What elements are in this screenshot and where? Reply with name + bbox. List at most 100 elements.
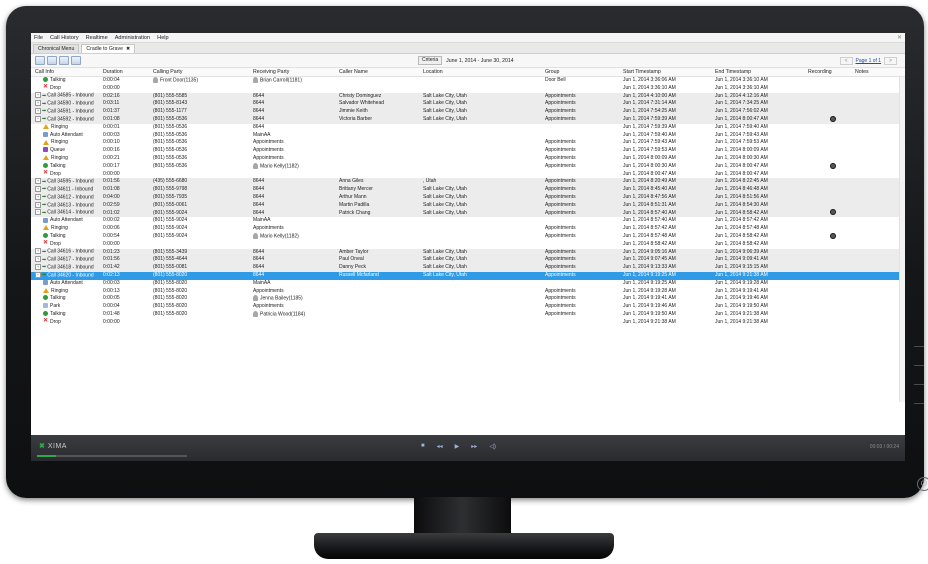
column-header[interactable]: Start Timestamp — [623, 69, 715, 75]
tab-close-icon[interactable]: ✖ — [126, 45, 130, 53]
call-event-row[interactable]: Talking 0:01:48 (801) 555-8020 Patricia Woo… — [31, 310, 905, 319]
power-icon[interactable]: ⏻ — [917, 477, 928, 491]
call-event-row[interactable]: ✕ Drop 0:00:00 Jun 1, 2014 9:21:38 AM Jun 1,… — [31, 318, 905, 327]
cell-calling: (801) 555-9024 — [153, 225, 253, 233]
call-row[interactable]: + ➡Call 34595 - Inbound 0:01:56 (435) 555-6… — [31, 178, 905, 187]
tab[interactable]: Chronical Menu — [33, 44, 80, 53]
cell-duration: 0:00:10 — [103, 139, 153, 147]
expand-toggle-icon[interactable]: + — [35, 108, 41, 115]
call-row[interactable]: + ➡Call 34611 - Inbound 0:01:08 (801) 555-9… — [31, 186, 905, 194]
call-row[interactable]: + ➡Call 34618 - Inbound 0:01:42 (801) 555-0… — [31, 263, 905, 272]
stop-icon[interactable]: ■ — [421, 443, 425, 450]
expand-toggle-icon[interactable]: + — [35, 201, 41, 208]
tab[interactable]: Cradle to Grave ✖ — [81, 44, 136, 53]
call-event-row[interactable]: Talking 0:00:04 Front Door(1135) Brian Carr… — [31, 77, 905, 85]
recording-icon[interactable] — [830, 232, 836, 239]
drop-icon: ✕ — [43, 240, 49, 247]
call-event-row[interactable]: Auto Attendant 0:00:03 (801) 555-0536 MainA… — [31, 131, 905, 140]
vertical-scrollbar[interactable] — [899, 77, 905, 402]
expand-toggle-icon[interactable]: + — [35, 186, 41, 192]
playback-progress[interactable] — [37, 455, 187, 457]
prev-page-button[interactable]: < — [839, 57, 853, 65]
call-event-row[interactable]: ✕ Drop 0:00:00 Jun 1, 2014 3:36:10 AM Jun 1,… — [31, 84, 905, 93]
menu-item[interactable]: Help — [157, 35, 169, 41]
expand-toggle-icon[interactable]: + — [35, 256, 41, 263]
call-event-row[interactable]: Auto Attendant 0:00:02 (801) 555-9024 MainA… — [31, 217, 905, 226]
search-icon[interactable] — [71, 56, 81, 65]
call-event-row[interactable]: Ringing 0:00:21 (801) 555-0536 Appointments… — [31, 154, 905, 163]
call-event-row[interactable]: Ringing 0:00:13 (801) 555-8020 Appointments… — [31, 287, 905, 296]
call-event-row[interactable]: Ringing 0:00:06 (801) 555-9024 Appointments… — [31, 225, 905, 233]
cell-text: Drop — [50, 171, 61, 178]
play-icon[interactable]: ▶ — [455, 443, 460, 450]
call-event-row[interactable]: Auto Attendant 0:00:03 (801) 555-8020 MainA… — [31, 279, 905, 288]
person-icon — [253, 77, 258, 83]
page-indicator-link[interactable]: Page 1 of 1 — [856, 58, 882, 64]
cell-text: Call 34618 - Inbound — [47, 264, 94, 271]
call-row[interactable]: − ➡Call 34620 - Inbound 0:02:13 (801) 555-8… — [31, 271, 905, 280]
call-event-row[interactable]: Ringing 0:00:10 (801) 555-0536 Appointments… — [31, 139, 905, 148]
print-icon[interactable] — [59, 56, 69, 65]
call-row[interactable]: + ➡Call 34616 - Inbound 0:01:23 (801) 555-3… — [31, 248, 905, 257]
call-row[interactable]: + ➡Call 34591 - Inbound 0:01:37 (801) 555-1… — [31, 108, 905, 116]
column-header[interactable]: Call Info — [31, 69, 103, 75]
menu-item[interactable]: Administration — [115, 35, 150, 41]
call-row[interactable]: − ➡Call 34614 - Inbound 0:01:02 (801) 555-9… — [31, 209, 905, 218]
call-event-row[interactable]: ✕ Drop 0:00:00 Jun 1, 2014 8:58:42 AM Jun 1,… — [31, 240, 905, 249]
expand-toggle-icon[interactable]: − — [35, 115, 41, 122]
column-header[interactable]: Group — [545, 69, 623, 75]
recording-icon[interactable] — [830, 162, 836, 169]
expand-icon[interactable] — [47, 56, 57, 65]
expand-toggle-icon[interactable]: + — [35, 100, 41, 107]
volume-icon[interactable]: ◁) — [489, 443, 496, 450]
criteria-button[interactable]: Criteria — [418, 56, 443, 65]
call-row[interactable]: + ➡Call 34617 - Inbound 0:01:56 (801) 555-4… — [31, 256, 905, 265]
rewind-icon[interactable]: ◂◂ — [437, 443, 443, 450]
cell-text: (801) 555-8020 — [153, 271, 188, 278]
call-event-row[interactable]: Talking 0:00:17 (801) 555-0536 Mario Kelly(… — [31, 162, 905, 171]
column-header[interactable]: Calling Party — [153, 69, 253, 75]
column-header[interactable]: Recording — [808, 69, 855, 75]
call-event-row[interactable]: Queue 0:00:16 (801) 555-0536 Appointments Ap… — [31, 147, 905, 155]
column-header[interactable]: Duration — [103, 69, 153, 75]
recording-icon[interactable] — [830, 115, 836, 122]
column-header[interactable]: Notes — [855, 69, 889, 75]
menu-item[interactable]: File — [34, 35, 43, 41]
cell-receiving: Brian Carroll(1181) — [253, 77, 339, 85]
column-header[interactable]: Location — [423, 69, 545, 75]
expand-toggle-icon[interactable]: + — [35, 92, 41, 99]
cell-text: Jun 1, 2014 8:00:47 AM — [715, 162, 768, 169]
menu-item[interactable]: Realtime — [86, 35, 108, 41]
expand-toggle-icon[interactable]: + — [35, 193, 41, 200]
call-row[interactable]: + ➡Call 34585 - Inbound 0:02:16 (801) 555-5… — [31, 92, 905, 101]
fast-forward-icon[interactable]: ▸▸ — [471, 443, 477, 450]
expand-toggle-icon[interactable]: − — [35, 271, 41, 278]
call-event-row[interactable]: Talking 0:00:05 (801) 555-8020 Jenna Bailey… — [31, 295, 905, 304]
cell-calling: (801) 555-9798 — [153, 186, 253, 194]
collapse-icon[interactable] — [35, 56, 45, 65]
recording-icon[interactable] — [830, 209, 836, 216]
cell-text: Queue — [50, 147, 66, 154]
expand-toggle-icon[interactable]: − — [35, 209, 41, 216]
call-event-row[interactable]: Ringing 0:00:01 (801) 555-0536 8644 Jun 1, 2… — [31, 123, 905, 132]
cell-text: Appointments — [545, 271, 576, 278]
menu-item[interactable]: Call History — [50, 35, 79, 41]
column-header[interactable]: End Timestamp — [715, 69, 808, 75]
call-event-row[interactable]: Park 0:00:04 (801) 555-8020 Appointments App… — [31, 303, 905, 311]
call-event-row[interactable]: Talking 0:00:54 (801) 555-9024 Mario Kelly(… — [31, 232, 905, 241]
column-header[interactable]: Caller Name — [339, 69, 423, 75]
cell-calling: (801) 555-8020 — [153, 288, 253, 296]
cell-caller-name: Brittany Mercer — [339, 186, 423, 194]
expand-toggle-icon[interactable]: + — [35, 263, 41, 270]
cell-text: Ringing — [51, 123, 68, 130]
call-row[interactable]: + ➡Call 34612 - Inbound 0:04:00 (801) 555-7… — [31, 193, 905, 202]
expand-toggle-icon[interactable]: + — [35, 178, 41, 185]
column-header[interactable]: Receiving Party — [253, 69, 339, 75]
expand-toggle-icon[interactable]: + — [35, 248, 41, 255]
call-event-row[interactable]: ✕ Drop 0:00:00 Jun 1, 2014 8:00:47 AM Jun 1,… — [31, 170, 905, 179]
call-row[interactable]: + ➡Call 34590 - Inbound 0:03:11 (801) 555-8… — [31, 100, 905, 109]
call-row[interactable]: − ➡Call 34592 - Inbound 0:01:08 (801) 555-0… — [31, 115, 905, 124]
next-page-button[interactable]: > — [884, 57, 897, 65]
close-icon[interactable]: ✕ — [897, 34, 902, 41]
call-row[interactable]: + ➡Call 34613 - Inbound 0:02:59 (801) 555-0… — [31, 201, 905, 210]
